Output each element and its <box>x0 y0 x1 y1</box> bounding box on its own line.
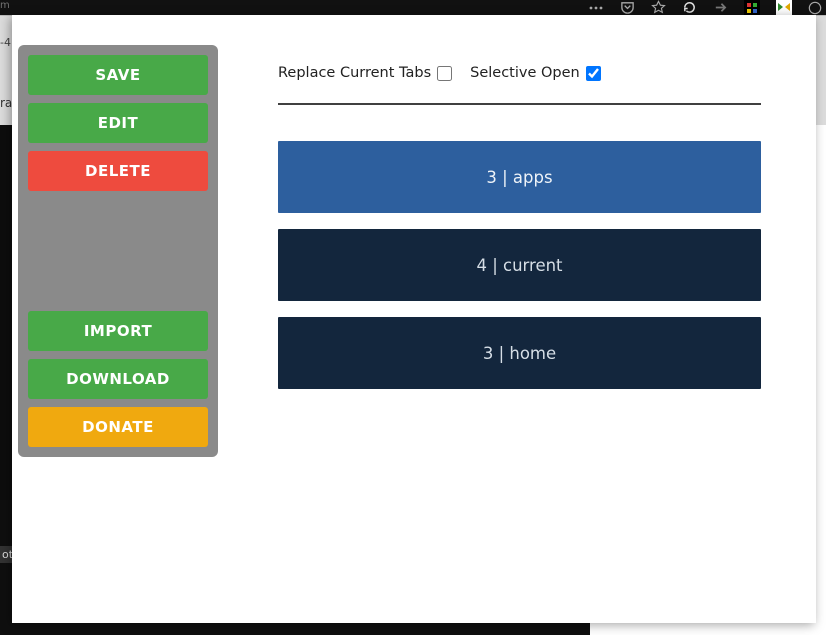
donate-button[interactable]: DONATE <box>28 407 208 447</box>
tab-groups-list: 3 | apps 4 | current 3 | home <box>278 141 761 389</box>
selective-open-checkbox[interactable] <box>586 66 601 81</box>
sidebar: SAVE EDIT DELETE IMPORT DOWNLOAD DONATE <box>18 45 218 457</box>
browser-toolbar: m <box>0 0 826 15</box>
replace-tabs-checkbox[interactable] <box>437 66 452 81</box>
extension-popup: SAVE EDIT DELETE IMPORT DOWNLOAD DONATE … <box>12 15 816 623</box>
delete-button[interactable]: DELETE <box>28 151 208 191</box>
bookmark-star-icon[interactable] <box>651 0 666 15</box>
import-button[interactable]: IMPORT <box>28 311 208 351</box>
selective-open-label: Selective Open <box>470 65 580 81</box>
replace-tabs-label: Replace Current Tabs <box>278 65 431 81</box>
more-icon[interactable] <box>588 0 604 16</box>
background-fragment-1: -4 <box>0 36 11 49</box>
profile-icon[interactable] <box>808 1 822 15</box>
replace-tabs-option[interactable]: Replace Current Tabs <box>278 65 452 81</box>
download-button[interactable]: DOWNLOAD <box>28 359 208 399</box>
pocket-icon[interactable] <box>620 0 635 15</box>
tab-group-current[interactable]: 4 | current <box>278 229 761 301</box>
forward-arrow-icon[interactable] <box>713 0 728 15</box>
selective-open-option[interactable]: Selective Open <box>470 65 601 81</box>
extension-icon-1[interactable] <box>744 0 760 16</box>
tab-group-home[interactable]: 3 | home <box>278 317 761 389</box>
sidebar-spacer <box>28 199 208 303</box>
background-fragment-2: ra <box>0 96 12 110</box>
reload-icon[interactable] <box>682 0 697 15</box>
options-row: Replace Current Tabs Selective Open <box>278 65 761 105</box>
save-button[interactable]: SAVE <box>28 55 208 95</box>
edit-button[interactable]: EDIT <box>28 103 208 143</box>
extension-icon-active[interactable] <box>776 0 792 16</box>
main-content: Replace Current Tabs Selective Open 3 | … <box>278 65 761 389</box>
toolbar-left-fragment: m <box>0 0 10 15</box>
tab-group-apps[interactable]: 3 | apps <box>278 141 761 213</box>
